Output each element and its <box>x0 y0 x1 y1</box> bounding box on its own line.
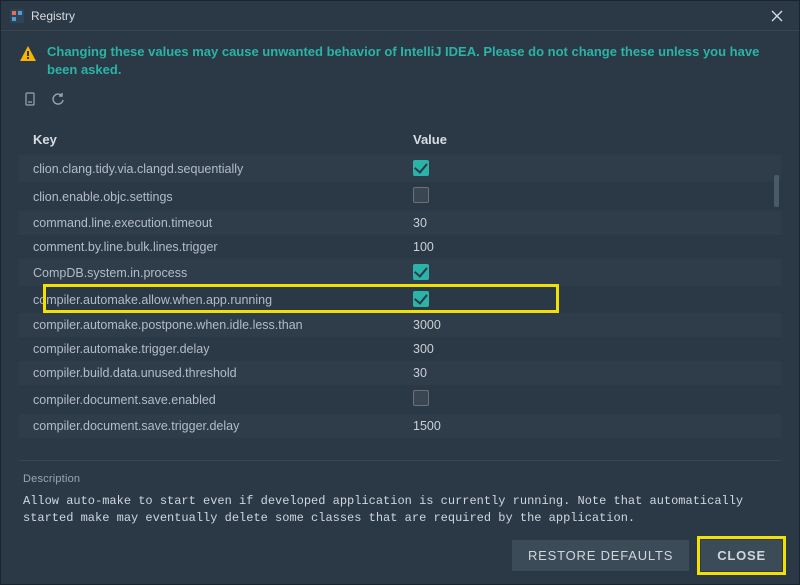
row-key: CompDB.system.in.process <box>33 266 413 280</box>
titlebar: Registry <box>1 1 799 31</box>
content: Changing these values may cause unwanted… <box>1 31 799 540</box>
row-value[interactable]: 300 <box>413 342 777 356</box>
column-key: Key <box>33 132 413 147</box>
row-key: compiler.automake.trigger.delay <box>33 342 413 356</box>
table-row[interactable]: command.line.execution.timeout30 <box>19 211 781 235</box>
row-value[interactable] <box>413 187 777 206</box>
table-row[interactable]: compiler.document.save.trigger.delay1500 <box>19 414 781 438</box>
description-text: Allow auto-make to start even if develop… <box>23 493 777 528</box>
warning-banner: Changing these values may cause unwanted… <box>19 43 781 86</box>
warning-icon <box>19 45 37 68</box>
row-value[interactable] <box>413 160 777 177</box>
table-row[interactable]: CompDB.system.in.process <box>19 259 781 286</box>
table-row[interactable]: compiler.automake.trigger.delay300 <box>19 337 781 361</box>
restore-defaults-button[interactable]: RESTORE DEFAULTS <box>512 540 689 571</box>
row-key: compiler.document.save.enabled <box>33 393 413 407</box>
table-row[interactable]: compiler.automake.allow.when.app.running <box>19 286 781 313</box>
row-key: compiler.document.save.trigger.delay <box>33 419 413 433</box>
row-value[interactable]: 30 <box>413 216 777 230</box>
table-row[interactable]: clion.enable.objc.settings <box>19 182 781 211</box>
checkbox[interactable] <box>413 160 429 176</box>
row-key: clion.enable.objc.settings <box>33 190 413 204</box>
row-key: compiler.build.data.unused.threshold <box>33 366 413 380</box>
row-key: clion.clang.tidy.via.clangd.sequentially <box>33 162 413 176</box>
table-row[interactable]: compiler.automake.postpone.when.idle.les… <box>19 313 781 337</box>
edit-button[interactable] <box>21 90 39 108</box>
row-key: compiler.automake.allow.when.app.running <box>33 293 413 307</box>
row-value[interactable]: 100 <box>413 240 777 254</box>
table-row[interactable]: comment.by.line.bulk.lines.trigger100 <box>19 235 781 259</box>
footer: RESTORE DEFAULTS CLOSE <box>512 540 782 571</box>
table-row[interactable]: clion.clang.tidy.via.clangd.sequentially <box>19 155 781 182</box>
description-section: Description Allow auto-make to start eve… <box>19 460 781 528</box>
column-value: Value <box>413 132 777 147</box>
row-value[interactable] <box>413 390 777 409</box>
close-button[interactable]: CLOSE <box>701 540 782 571</box>
checkbox[interactable] <box>413 390 429 406</box>
description-label: Description <box>23 473 777 485</box>
table-row[interactable]: compiler.document.save.enabled <box>19 385 781 414</box>
registry-table[interactable]: clion.clang.tidy.via.clangd.sequentially… <box>19 155 781 438</box>
row-value[interactable]: 3000 <box>413 318 777 332</box>
warning-text: Changing these values may cause unwanted… <box>47 43 781 78</box>
checkbox[interactable] <box>413 264 429 280</box>
app-icon <box>9 8 25 24</box>
refresh-button[interactable] <box>49 90 67 108</box>
row-key: command.line.execution.timeout <box>33 216 413 230</box>
row-value[interactable]: 1500 <box>413 419 777 433</box>
checkbox[interactable] <box>413 187 429 203</box>
row-value[interactable] <box>413 291 777 308</box>
table-row[interactable]: compiler.build.data.unused.threshold30 <box>19 361 781 385</box>
toolbar <box>21 90 781 108</box>
row-key: compiler.automake.postpone.when.idle.les… <box>33 318 413 332</box>
checkbox[interactable] <box>413 291 429 307</box>
table-header: Key Value <box>19 124 781 155</box>
close-icon[interactable] <box>763 2 791 30</box>
row-key: comment.by.line.bulk.lines.trigger <box>33 240 413 254</box>
row-value[interactable] <box>413 264 777 281</box>
row-value[interactable]: 30 <box>413 366 777 380</box>
window-title: Registry <box>31 9 75 23</box>
